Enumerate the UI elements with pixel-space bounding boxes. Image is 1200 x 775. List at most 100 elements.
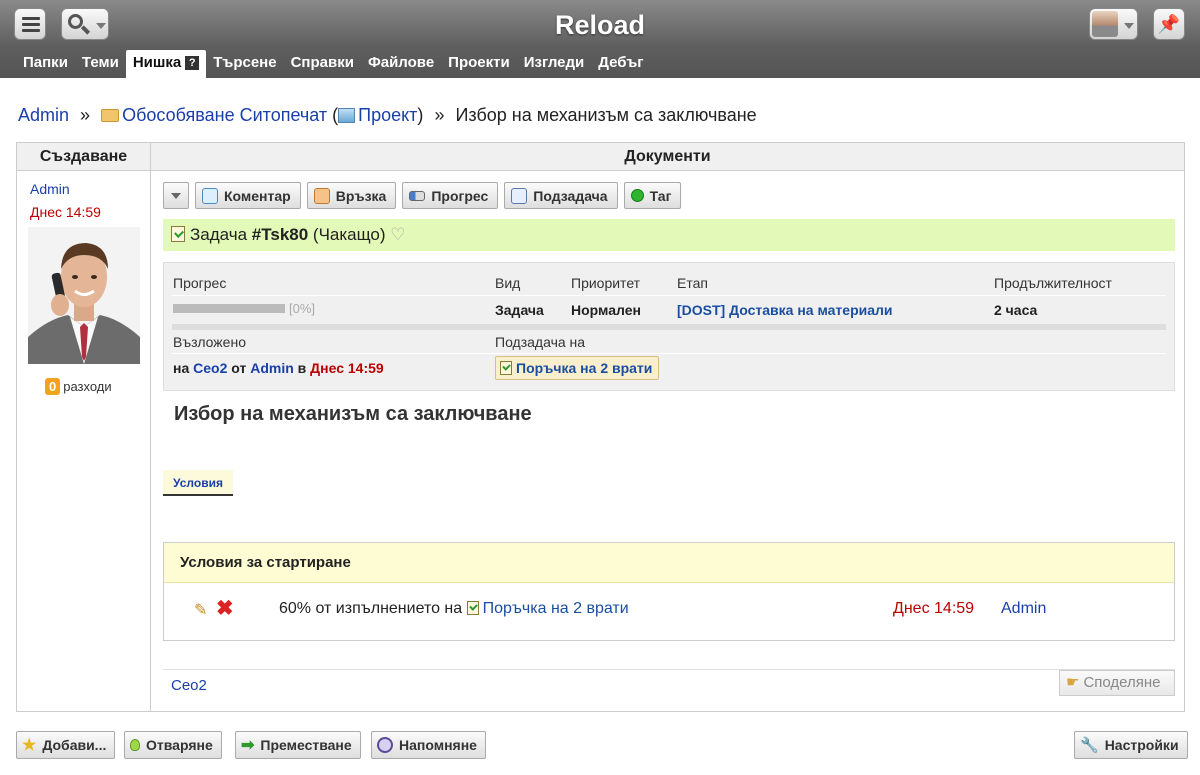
task-id: #Tsk80	[251, 225, 309, 244]
subtask-button[interactable]: Подзадача	[504, 182, 618, 209]
kind-label: Вид	[495, 275, 521, 291]
expenses[interactable]: 0 разходи	[45, 378, 112, 395]
tab-topics[interactable]: Теми	[75, 50, 126, 78]
task-status: (Чакащо)	[312, 225, 386, 244]
app-title: Reload	[554, 10, 646, 40]
breadcrumb-separator: »	[434, 105, 445, 125]
pin-button[interactable]: 📌	[1153, 8, 1185, 40]
pin-icon: 📌	[1157, 14, 1181, 34]
start-conditions: Условия за стартиране ✎ ✖ 60% от изпълне…	[163, 542, 1175, 641]
shared-with-user[interactable]: Ceo2	[171, 677, 207, 694]
priority-label: Приоритет	[571, 275, 641, 291]
task-icon	[466, 601, 479, 615]
condition-text: 60% от изпълнението на	[279, 600, 463, 617]
breadcrumb: Admin » Обособяване Ситопечат (Проект) »…	[18, 105, 757, 125]
assigned-label: Възложено	[173, 334, 246, 350]
bulb-icon	[130, 739, 140, 751]
help-icon[interactable]: ?	[185, 56, 200, 70]
main-tabs: Папки Теми Нишка? Търсене Справки Файлов…	[16, 50, 651, 78]
chevron-down-icon	[96, 23, 106, 29]
settings-button[interactable]: 🔧 Настройки	[1074, 731, 1188, 759]
assignment-line: на Ceo2 от Admin в Днес 14:59	[173, 360, 384, 376]
remind-button[interactable]: Напомняне	[371, 731, 486, 759]
menu-button[interactable]	[14, 8, 46, 40]
clock-icon	[377, 737, 393, 753]
chevron-down-icon	[171, 192, 181, 199]
share-button[interactable]: ☛ Споделяне	[1059, 670, 1175, 696]
move-button[interactable]: ➡ Преместване	[235, 731, 361, 759]
task-banner: Задача #Tsk80 (Чакащо) ♡	[163, 219, 1175, 251]
search-button[interactable]	[61, 8, 109, 40]
hamburger-icon	[22, 17, 40, 20]
tag-button[interactable]: Таг	[623, 182, 682, 209]
start-conditions-heading: Условия за стартиране	[164, 543, 1174, 583]
comment-button[interactable]: Коментар	[195, 182, 301, 209]
task-type: Задача	[190, 225, 248, 244]
breadcrumb-separator: »	[80, 105, 91, 125]
duration-label: Продължителност	[994, 275, 1112, 291]
condition-date: Днес 14:59	[893, 600, 975, 617]
documents-column-header: Документи	[151, 143, 1184, 171]
link-icon	[313, 187, 330, 204]
document-toolbar: Коментар Връзка Прогрес Подзадача Таг	[163, 182, 682, 209]
arrow-right-icon: ➡	[241, 737, 255, 754]
tab-folders[interactable]: Папки	[16, 50, 75, 78]
subtask-of-label: Подзадача на	[495, 334, 586, 350]
stage-link[interactable]: [DOST] Доставка на материали	[677, 302, 893, 318]
edit-icon[interactable]: ✎	[194, 600, 207, 620]
progress-button[interactable]: Прогрес	[402, 182, 499, 209]
tab-conditions[interactable]: Условия	[163, 470, 233, 496]
tab-reports[interactable]: Справки	[284, 50, 361, 78]
progress-bar	[173, 304, 285, 313]
task-details: Прогрес Вид Приоритет Етап Продължително…	[163, 262, 1175, 391]
condition-target-link[interactable]: Поръчка на 2 врати	[483, 600, 629, 617]
breadcrumb-project[interactable]: Проект	[358, 105, 417, 125]
assigned-time: Днес 14:59	[310, 360, 384, 376]
tag-icon	[630, 189, 644, 202]
tab-thread-label: Нишка	[132, 54, 182, 71]
folder-icon	[101, 109, 120, 122]
avatar	[1092, 11, 1118, 37]
author-panel: Admin Днес 14:59 0 разходи	[17, 171, 151, 711]
author-photo	[28, 227, 140, 364]
priority-value: Нормален	[571, 302, 641, 318]
tab-thread[interactable]: Нишка?	[125, 50, 207, 78]
subtask-icon	[511, 187, 528, 204]
heart-icon[interactable]: ♡	[390, 225, 405, 244]
progress-icon	[409, 190, 426, 201]
progress-label: Прогрес	[173, 275, 227, 291]
expenses-count: 0	[45, 378, 61, 395]
tab-views[interactable]: Изгледи	[517, 50, 592, 78]
tab-projects[interactable]: Проекти	[441, 50, 517, 78]
tab-search[interactable]: Търсене	[206, 50, 283, 78]
more-actions-button[interactable]	[163, 182, 189, 209]
star-icon: ★	[22, 737, 37, 754]
user-menu-button[interactable]	[1089, 8, 1138, 40]
progress-percent: [0%]	[289, 301, 316, 316]
tab-files[interactable]: Файлове	[361, 50, 441, 78]
author-name[interactable]: Admin	[30, 181, 70, 197]
link-button[interactable]: Връзка	[306, 182, 397, 209]
top-bar: Reload 📌 Папки Теми Нишка? Търсене Справ…	[0, 0, 1200, 78]
document-title: Избор на механизъм са заключване	[174, 403, 532, 425]
breadcrumb-folder[interactable]: Обособяване Ситопечат	[122, 105, 327, 125]
kind-value: Задача	[495, 302, 544, 318]
parent-task-link[interactable]: Поръчка на 2 врати	[495, 356, 660, 380]
open-button[interactable]: Отваряне	[124, 731, 222, 759]
assignee-link[interactable]: Ceo2	[193, 360, 227, 376]
delete-icon[interactable]: ✖	[216, 596, 234, 621]
assigner-link[interactable]: Admin	[250, 360, 294, 376]
breadcrumb-current: Избор на механизъм са заключване	[455, 105, 757, 125]
comment-icon	[202, 187, 218, 204]
share-icon: ☛	[1066, 674, 1080, 691]
condition-user[interactable]: Admin	[1001, 600, 1046, 618]
breadcrumb-user[interactable]: Admin	[18, 105, 69, 125]
add-button[interactable]: ★ Добави...	[16, 731, 116, 759]
task-icon	[171, 226, 185, 242]
duration-value: 2 часа	[994, 302, 1038, 318]
tab-debug[interactable]: Дебъг	[591, 50, 650, 78]
condition-row: ✎ ✖ 60% от изпълнението на Поръчка на 2 …	[164, 596, 1174, 622]
thread-frame: Създаване Документи Admin Днес 14:59 0 ра…	[16, 142, 1185, 712]
created-column-header: Създаване	[17, 143, 151, 171]
project-icon	[338, 108, 356, 123]
